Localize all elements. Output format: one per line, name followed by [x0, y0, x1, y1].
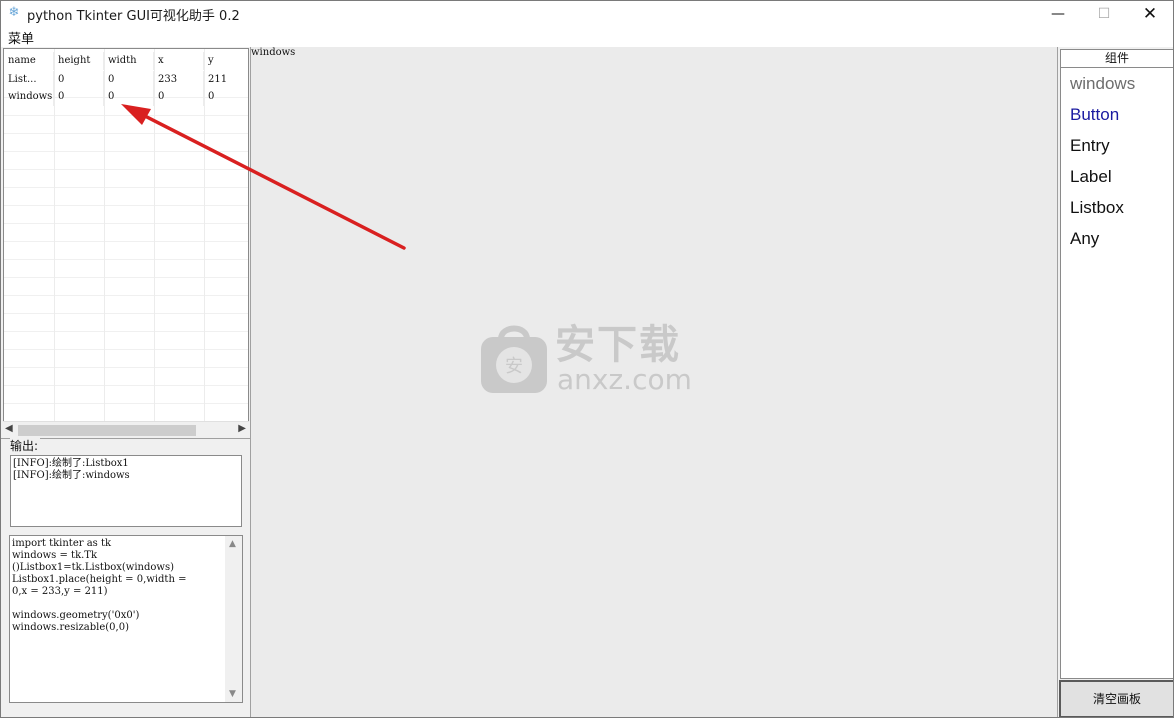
table-cell: 233 [154, 71, 204, 89]
table-cell: 211 [204, 71, 248, 89]
watermark-badge-text: 安 [505, 356, 523, 377]
column-header-width[interactable]: width [104, 52, 154, 70]
properties-table[interactable]: name height width x y List... 0 0 233 21… [3, 48, 249, 438]
app-window: ❄ python Tkinter GUI可视化助手 0.2 — ☐ ✕ 菜单 n… [0, 0, 1174, 718]
watermark-en-text: anxz.com [557, 363, 692, 396]
maximize-button[interactable]: ☐ [1081, 1, 1127, 27]
output-label: 输出: [10, 437, 41, 454]
window-title: python Tkinter GUI可视化助手 0.2 [27, 9, 240, 24]
scroll-down-icon[interactable]: ▼ [229, 689, 236, 699]
table-cell: 0 [154, 88, 204, 106]
log-line: [INFO]:绘制了:Listbox1 [13, 458, 129, 469]
design-canvas[interactable]: windows 安 安下载 anxz.com [251, 47, 1057, 717]
watermark: 安 安下载 anxz.com [479, 317, 699, 401]
components-header: 组件 [1060, 49, 1173, 68]
menu-item-main[interactable]: 菜单 [8, 28, 34, 47]
components-list[interactable]: windows Button Entry Label Listbox Any [1060, 68, 1173, 679]
component-item-listbox[interactable]: Listbox [1070, 198, 1124, 218]
table-cell: windows [4, 88, 54, 106]
component-item-windows[interactable]: windows [1070, 74, 1135, 94]
table-row[interactable]: List... 0 0 233 211 [4, 71, 248, 89]
component-item-any[interactable]: Any [1070, 229, 1099, 249]
table-cell: 0 [54, 71, 104, 89]
close-button[interactable]: ✕ [1127, 1, 1173, 27]
canvas-window-label: windows [251, 47, 296, 58]
shopping-bag-icon: 安 [481, 325, 547, 393]
watermark-cn-text: 安下载 [555, 322, 681, 368]
output-log[interactable]: [INFO]:绘制了:Listbox1 [INFO]:绘制了:windows [10, 455, 242, 527]
component-item-entry[interactable]: Entry [1070, 136, 1110, 156]
component-item-label[interactable]: Label [1070, 167, 1112, 187]
code-vertical-scrollbar[interactable]: ▲ ▼ [225, 536, 242, 702]
clear-canvas-button[interactable]: 清空画板 [1059, 680, 1173, 717]
left-panel: name height width x y List... 0 0 233 21… [1, 47, 251, 717]
table-row[interactable]: windows 0 0 0 0 [4, 88, 248, 106]
table-header-row: name height width x y [4, 52, 248, 70]
snowflake-icon: ❄ [8, 5, 20, 20]
scroll-right-icon[interactable]: ▶ [238, 423, 246, 434]
column-header-x[interactable]: x [154, 52, 204, 70]
scroll-up-icon[interactable]: ▲ [229, 539, 236, 549]
component-item-button[interactable]: Button [1070, 105, 1119, 125]
table-grid [4, 97, 248, 437]
menu-bar: 菜单 [1, 27, 1173, 47]
column-header-name[interactable]: name [4, 52, 54, 70]
table-cell: 0 [104, 71, 154, 89]
generated-code-textbox[interactable]: import tkinter as tk windows = tk.Tk ()L… [9, 535, 243, 703]
table-cell: 0 [204, 88, 248, 106]
title-bar[interactable]: ❄ python Tkinter GUI可视化助手 0.2 — ☐ ✕ [1, 1, 1173, 27]
code-text: import tkinter as tk windows = tk.Tk ()L… [12, 538, 187, 633]
column-header-height[interactable]: height [54, 52, 104, 70]
scrollbar-thumb[interactable] [18, 425, 196, 436]
components-panel: 组件 windows Button Entry Label Listbox An… [1057, 47, 1173, 717]
table-cell: 0 [54, 88, 104, 106]
scroll-left-icon[interactable]: ◀ [5, 423, 13, 434]
log-line: [INFO]:绘制了:windows [13, 470, 130, 481]
table-cell: 0 [104, 88, 154, 106]
minimize-button[interactable]: — [1035, 1, 1081, 27]
column-header-y[interactable]: y [204, 52, 248, 70]
table-cell: List... [4, 71, 54, 89]
table-horizontal-scrollbar[interactable]: ◀ ▶ [3, 421, 249, 438]
